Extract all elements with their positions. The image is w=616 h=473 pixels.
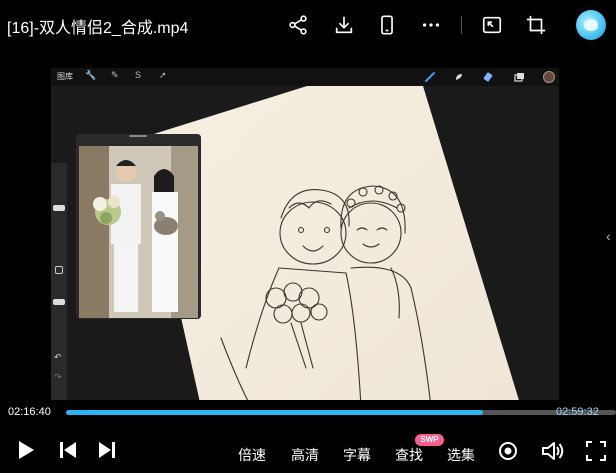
layers-icon[interactable] [513, 71, 525, 83]
next-button[interactable] [98, 440, 116, 460]
speed-button[interactable]: 倍速 [238, 445, 266, 465]
brush-icon[interactable] [424, 71, 436, 83]
top-divider [461, 16, 462, 34]
progress-bar[interactable] [66, 410, 616, 415]
play-icon [19, 441, 34, 459]
subtitle-button[interactable]: 字幕 [343, 445, 371, 465]
previous-button[interactable] [59, 440, 77, 460]
redo-icon[interactable]: ↷ [54, 372, 62, 383]
pip-icon[interactable] [479, 12, 505, 38]
fullscreen-button[interactable] [585, 440, 607, 462]
crop-icon[interactable] [523, 12, 549, 38]
size-slider-knob[interactable] [53, 205, 65, 211]
phone-icon[interactable] [374, 12, 400, 38]
volume-button[interactable] [541, 440, 565, 462]
eye-icon [499, 442, 517, 460]
modify-button[interactable] [55, 266, 63, 274]
current-time: 02:16:40 [8, 406, 51, 418]
drawing-app-screen: 图库 🔧 ✎ S ➚ ↶ ↷ [51, 68, 559, 407]
skip-next-icon [99, 442, 115, 458]
avatar-icon[interactable] [576, 10, 606, 40]
quality-button[interactable]: 高清 [291, 445, 319, 465]
video-title: [16]-双人情侣2_合成.mp4 [7, 20, 189, 37]
skip-previous-icon [60, 442, 76, 458]
wrench-icon[interactable]: 🔧 [85, 70, 96, 81]
transform-icon[interactable]: ➚ [159, 70, 167, 81]
smudge-icon[interactable] [453, 71, 465, 83]
side-panel-chevron-icon[interactable]: ‹ [606, 228, 611, 244]
play-button[interactable] [17, 440, 35, 460]
more-icon[interactable] [418, 12, 444, 38]
top-bar: [16]-双人情侣2_合成.mp4 [0, 0, 616, 50]
share-icon[interactable] [285, 12, 311, 38]
opacity-slider-knob[interactable] [53, 299, 65, 305]
progress-fill [66, 410, 483, 415]
reference-photo [76, 134, 201, 319]
adjust-icon[interactable]: ✎ [111, 70, 119, 81]
episodes-button[interactable]: 选集 [447, 445, 475, 465]
player-controls: 02:16:40 02:59:32 倍速 高清 字幕 查找 SWP 选集 [0, 400, 616, 473]
gallery-button[interactable]: 图库 [57, 71, 73, 82]
color-picker[interactable] [543, 71, 555, 83]
undo-icon[interactable]: ↶ [54, 352, 62, 363]
search-button[interactable]: 查找 [395, 445, 423, 465]
search-badge: SWP [415, 434, 444, 446]
brush-size-slider[interactable]: ↶ ↷ [51, 163, 67, 403]
reference-drag-handle[interactable] [129, 135, 147, 137]
selection-icon[interactable]: S [135, 70, 141, 80]
danmaku-button[interactable] [497, 440, 519, 462]
download-icon[interactable] [331, 12, 357, 38]
volume-icon [542, 442, 564, 460]
fullscreen-icon [586, 441, 606, 461]
app-toolbar: 图库 🔧 ✎ S ➚ [51, 68, 559, 86]
eraser-icon[interactable] [482, 71, 494, 83]
reference-window[interactable] [76, 134, 201, 319]
total-time: 02:59:32 [556, 406, 599, 418]
video-frame[interactable]: 图库 🔧 ✎ S ➚ ↶ ↷ ‹ [0, 50, 616, 407]
